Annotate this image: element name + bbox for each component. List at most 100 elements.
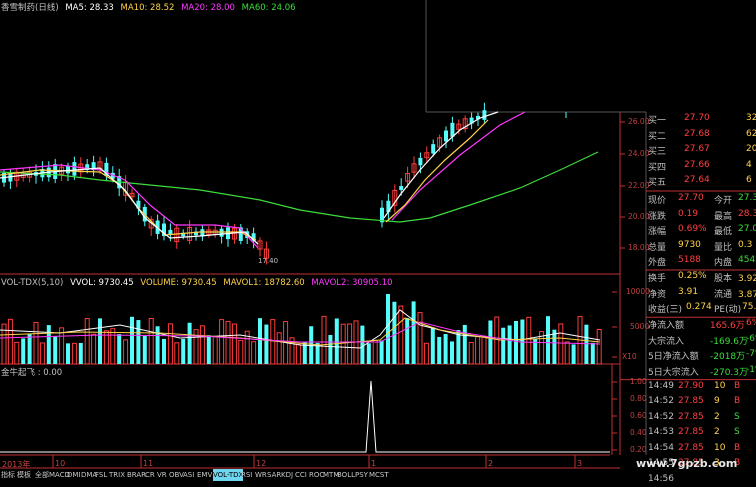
volume-label: VOLUME: 9730.45	[140, 278, 217, 288]
indicator-header: 金牛起飞 : 0.00	[1, 368, 63, 378]
flow-percent: -7%	[746, 349, 756, 360]
volume-bar	[66, 343, 70, 364]
pe-value: 75.9	[742, 302, 756, 313]
tick-row: 14:52 27.85 2 S	[648, 411, 756, 427]
volume-bar	[264, 324, 269, 364]
fund-flow-row: 大宗流入 -169.6万-6%	[646, 333, 756, 349]
volume-bar	[392, 301, 397, 364]
volume-bar	[501, 327, 506, 364]
indicator-tab-asi[interactable]: ASI	[183, 469, 194, 481]
indicator-tab-roc[interactable]: ROC	[309, 469, 324, 481]
stat-row: 换手 0.25% 股本 3.92亿	[646, 270, 756, 286]
indicator-tab-wr[interactable]: WR	[255, 469, 267, 481]
tick-side: B	[734, 396, 741, 407]
volume-bar	[321, 315, 327, 365]
bid-volume: 62	[746, 128, 756, 139]
volume-bar	[450, 341, 454, 364]
stat-label: 今开	[714, 196, 733, 206]
indicator-tab-emv[interactable]: EMV	[197, 469, 212, 481]
volume-bar	[251, 341, 257, 365]
indicator-tab-psy[interactable]: PSY	[355, 469, 368, 481]
bid-price: 27.64	[684, 175, 710, 186]
volume-bar	[379, 340, 384, 364]
volume-header: VOL-TDX(5,10) VVOL: 9730.45 VOLUME: 9730…	[1, 278, 397, 288]
stat-row: 涨幅 0.69% 最低 27.00	[646, 223, 756, 239]
candle-body	[72, 162, 77, 176]
tick-time: 14:49	[648, 380, 674, 391]
stat-label: 总量	[648, 242, 667, 253]
volume-bar	[398, 305, 404, 365]
ma20-line	[0, 164, 259, 249]
stat-row: 涨跌 0.19 最高 28.30	[646, 208, 756, 224]
stat-value: 9730	[678, 239, 701, 250]
flow-label: 净流入额	[648, 321, 685, 332]
bid-volume: 20	[746, 144, 756, 155]
volume-bar	[33, 321, 39, 365]
indicator-tab-voltdx[interactable]: VOL-TDX	[213, 469, 244, 481]
bid-price: 27.70	[684, 113, 710, 123]
indicator-axis-label: 0.80	[630, 394, 647, 403]
indicator-tab-boll[interactable]: BOLL	[337, 469, 355, 481]
volume-bar	[123, 339, 129, 365]
indicator-tab-brar[interactable]: BRAR	[127, 469, 146, 481]
volume-bar	[39, 342, 45, 365]
bid-row: 买四 27.66 4	[646, 159, 756, 175]
indicator-tab-[interactable]: 模板	[17, 469, 31, 481]
indicator-tab-cci[interactable]: CCI	[295, 469, 307, 481]
eps-value: 0.274	[686, 302, 712, 313]
bid-label: 买五	[648, 178, 667, 189]
bid-row: 买二 27.68 62	[646, 128, 756, 144]
volume-bar	[386, 294, 390, 364]
tick-side: B	[734, 442, 741, 453]
volume-bar	[334, 318, 339, 364]
indicator-tab-rsi[interactable]: RSI	[241, 469, 252, 481]
tick-price: 27.85	[678, 427, 704, 438]
flow-label: 5日净流入额	[648, 352, 699, 363]
volume-bar	[270, 319, 276, 365]
stat-row: 现价 27.70 今开 27.38	[646, 192, 756, 208]
tick-row: 14:56	[648, 473, 756, 481]
indicator-tab-kdj[interactable]: KDJ	[281, 469, 293, 481]
volume-bar	[347, 323, 353, 365]
indicator-tab-cr[interactable]: CR	[145, 469, 155, 481]
indicator-tab-sar[interactable]: SAR	[267, 469, 281, 481]
vvol-label: VVOL: 9730.45	[70, 278, 134, 288]
volume-bar	[552, 329, 557, 364]
date-axis-label: 1	[371, 459, 377, 468]
stat-label: 量比	[714, 242, 733, 253]
indicator-axis-label: 0.20	[630, 445, 647, 454]
volume-bar	[212, 336, 218, 365]
moving-average-lines	[0, 111, 599, 249]
main-chart-header: 香雪制药(日线) MA5: 28.33 MA10: 28.52 MA20: 28…	[1, 3, 300, 13]
volume-bar	[405, 318, 410, 364]
volume-bar	[155, 326, 160, 364]
bid-row: 买一 27.70 32	[646, 112, 756, 128]
indicator-tab-vr[interactable]: VR	[157, 469, 167, 481]
flow-value: -270.3万	[710, 368, 749, 378]
volume-bar	[596, 328, 602, 365]
indicator-tab-trix[interactable]: TRIX	[109, 469, 125, 481]
ma20-label: MA20: 28.00	[181, 3, 235, 13]
indicator-tab-[interactable]: 全部	[35, 469, 49, 481]
ma60-line	[0, 151, 599, 223]
stat-label: 股本	[714, 274, 733, 284]
volume-bar	[360, 325, 365, 364]
candle-body	[418, 157, 423, 166]
volume-bar	[488, 320, 493, 364]
indicator-tab-mcst[interactable]: MCST	[369, 469, 389, 481]
volume-bar	[14, 341, 20, 365]
stock-title: 香雪制药(日线)	[1, 3, 59, 13]
indicator-tab-fsl[interactable]: FSL	[95, 469, 107, 481]
volume-bar	[53, 336, 58, 364]
volume-bar	[148, 317, 154, 365]
bid-volume: 32	[746, 113, 756, 123]
volume-bar	[558, 323, 564, 365]
indicator-tab-[interactable]: 指标	[1, 469, 15, 481]
stat-value: 3.91	[678, 286, 699, 297]
ma10-line	[0, 169, 257, 241]
stat-value: 3.92亿	[738, 274, 756, 284]
indicator-tab-dmi[interactable]: DMI	[67, 469, 81, 481]
stat-label: 涨跌	[648, 211, 667, 222]
candle-body	[482, 110, 487, 120]
indicator-tab-obv[interactable]: OBV	[169, 469, 184, 481]
